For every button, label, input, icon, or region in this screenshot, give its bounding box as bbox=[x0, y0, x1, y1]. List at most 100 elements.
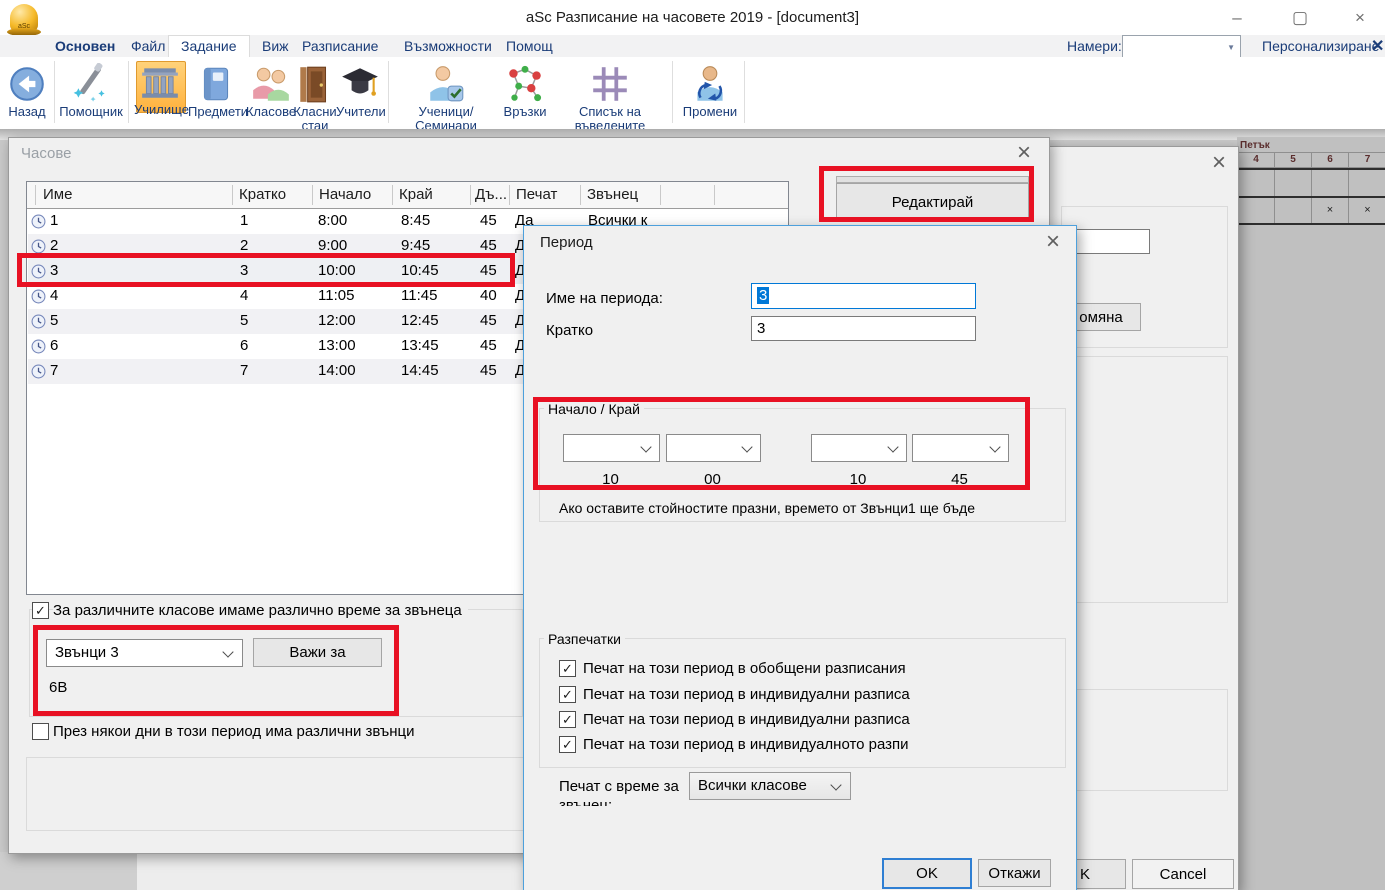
column-divider[interactable] bbox=[35, 185, 36, 205]
startend-hint: Ако оставите стойностите празни, времето… bbox=[559, 500, 975, 516]
col-header-short[interactable]: Кратко bbox=[239, 186, 286, 203]
cell-duration: 45 bbox=[480, 212, 497, 229]
tab-osnoven[interactable]: Основен bbox=[55, 38, 115, 54]
desktop-background bbox=[0, 852, 137, 890]
close-icon[interactable]: × bbox=[1046, 232, 1060, 252]
grid-cell: × bbox=[1348, 198, 1385, 223]
grid-cell bbox=[1274, 198, 1311, 223]
minimize-icon[interactable]: – bbox=[1222, 8, 1252, 28]
column-divider[interactable] bbox=[714, 185, 715, 205]
ribbon-classes-button[interactable]: Класове bbox=[244, 63, 298, 119]
cell-end: 14:45 bbox=[401, 362, 439, 379]
print-individual1-checkbox[interactable]: ✓ bbox=[559, 686, 576, 703]
cancel-button[interactable]: Cancel bbox=[1132, 859, 1234, 889]
column-divider[interactable] bbox=[312, 185, 313, 205]
cancel-button[interactable]: Откажи bbox=[978, 859, 1051, 887]
col-header-bell[interactable]: Звънец bbox=[587, 186, 638, 203]
column-divider[interactable] bbox=[660, 185, 661, 205]
column-divider[interactable] bbox=[470, 185, 471, 205]
close-toolbar-icon[interactable]: ✕ bbox=[1371, 36, 1384, 56]
print-individual3-checkbox[interactable]: ✓ bbox=[559, 736, 576, 753]
col-header-name[interactable]: Име bbox=[43, 186, 72, 203]
ribbon-students-button[interactable]: Ученици/Семинари bbox=[390, 63, 502, 133]
different-bells-checkbox[interactable]: ✓ bbox=[32, 602, 49, 619]
annotation-startend-box bbox=[533, 397, 1030, 490]
close-icon[interactable]: × bbox=[1017, 143, 1031, 163]
cell-start: 9:00 bbox=[318, 237, 347, 254]
cell-short: 7 bbox=[240, 362, 248, 379]
cell-short: 2 bbox=[240, 237, 248, 254]
find-input[interactable]: ▼ bbox=[1122, 35, 1241, 58]
cell-end: 13:45 bbox=[401, 337, 439, 354]
ribbon-changes-button[interactable]: Промени bbox=[678, 63, 742, 119]
tab-fail[interactable]: Файл bbox=[131, 38, 165, 54]
print-summary-checkbox[interactable]: ✓ bbox=[559, 660, 576, 677]
school-building-icon bbox=[139, 61, 181, 103]
column-divider[interactable] bbox=[580, 185, 581, 205]
period-name-input[interactable]: 3 bbox=[751, 283, 976, 309]
graduation-cap-icon bbox=[339, 63, 381, 105]
grid-cell bbox=[1237, 198, 1274, 223]
different-days-checkbox[interactable] bbox=[32, 723, 49, 740]
table-header: Име Кратко Начало Край Дъ... Печат Звъне… bbox=[27, 182, 788, 209]
grid-cell bbox=[1237, 170, 1274, 196]
ribbon-separator bbox=[744, 61, 745, 123]
col-header-print[interactable]: Печат bbox=[516, 186, 557, 203]
grid-cell bbox=[1274, 170, 1311, 196]
close-icon[interactable]: × bbox=[1212, 153, 1226, 173]
ribbon-separator bbox=[128, 61, 129, 123]
app-window: aSc Разписание на часовете 2019 - [docum… bbox=[0, 0, 1385, 890]
print-individual2-checkbox[interactable]: ✓ bbox=[559, 711, 576, 728]
ribbon-teachers-button[interactable]: Учители bbox=[336, 63, 384, 119]
dialog-title: Период bbox=[540, 234, 593, 251]
column-divider[interactable] bbox=[509, 185, 510, 205]
column-divider[interactable] bbox=[232, 185, 233, 205]
ribbon-assistant-button[interactable]: Помощник bbox=[56, 63, 126, 119]
cell-name: 6 bbox=[50, 337, 58, 354]
tab-pomosht[interactable]: Помощ bbox=[506, 38, 553, 54]
printouts-legend: Разпечатки bbox=[544, 631, 625, 647]
tab-vizh[interactable]: Виж bbox=[262, 38, 289, 54]
cell-name: 5 bbox=[50, 312, 58, 329]
window-title: aSc Разписание на часовете 2019 - [docum… bbox=[526, 9, 859, 26]
ribbon-separator bbox=[388, 61, 389, 123]
period-dialog: Период × Име на периода: 3 Кратко 3 Нача… bbox=[523, 225, 1077, 890]
ribbon-school-button[interactable]: Училище bbox=[134, 61, 186, 117]
column-divider[interactable] bbox=[392, 185, 393, 205]
ribbon-subjects-button[interactable]: Предмети bbox=[188, 63, 244, 119]
text-input[interactable] bbox=[1067, 229, 1150, 254]
chevron-down-icon[interactable]: ▼ bbox=[1227, 43, 1235, 52]
col-header-duration[interactable]: Дъ... bbox=[475, 186, 507, 203]
dialog-title: Часове bbox=[21, 145, 72, 162]
ribbon-classrooms-button[interactable]: Класни стаи bbox=[292, 63, 338, 133]
close-icon[interactable]: × bbox=[1345, 8, 1375, 28]
print-individual2-label: Печат на този период в индивидуални разп… bbox=[583, 711, 1038, 728]
ok-button[interactable]: OK bbox=[882, 858, 972, 889]
col-header-end[interactable]: Край bbox=[399, 186, 433, 203]
ribbon-separator bbox=[672, 61, 673, 123]
cell-short: 6 bbox=[240, 337, 248, 354]
clock-icon bbox=[31, 214, 46, 229]
ribbon-back-button[interactable]: Назад bbox=[4, 63, 50, 119]
print-individual1-label: Печат на този период в индивидуални разп… bbox=[583, 686, 1038, 703]
personalize-button[interactable]: Персонализиране ▼ bbox=[1262, 38, 1385, 54]
cell-start: 8:00 bbox=[318, 212, 347, 229]
network-icon bbox=[504, 63, 546, 105]
clock-icon bbox=[31, 289, 46, 304]
annotation-bells-box bbox=[33, 625, 399, 716]
ribbon-links-button[interactable]: Връзки bbox=[500, 63, 550, 119]
tab-vazmozhnosti[interactable]: Възможности bbox=[404, 38, 492, 54]
cell-name: 1 bbox=[50, 212, 58, 229]
tab-zadanie[interactable]: Задание bbox=[181, 38, 237, 54]
maximize-icon[interactable]: ▢ bbox=[1285, 8, 1315, 28]
hash-grid-icon bbox=[589, 63, 631, 105]
tab-razpisanie[interactable]: Разписание bbox=[302, 38, 378, 54]
period-short-input[interactable]: 3 bbox=[751, 316, 976, 341]
period-name-label: Име на периода: bbox=[546, 290, 663, 307]
different-days-label: През някои дни в този период има различн… bbox=[53, 723, 415, 740]
annotation-edit-box bbox=[819, 166, 1034, 222]
cell-end: 12:45 bbox=[401, 312, 439, 329]
classes-combo[interactable]: Всички класове bbox=[689, 772, 851, 800]
grid-col-header: 5 bbox=[1274, 152, 1311, 168]
col-header-start[interactable]: Начало bbox=[319, 186, 371, 203]
